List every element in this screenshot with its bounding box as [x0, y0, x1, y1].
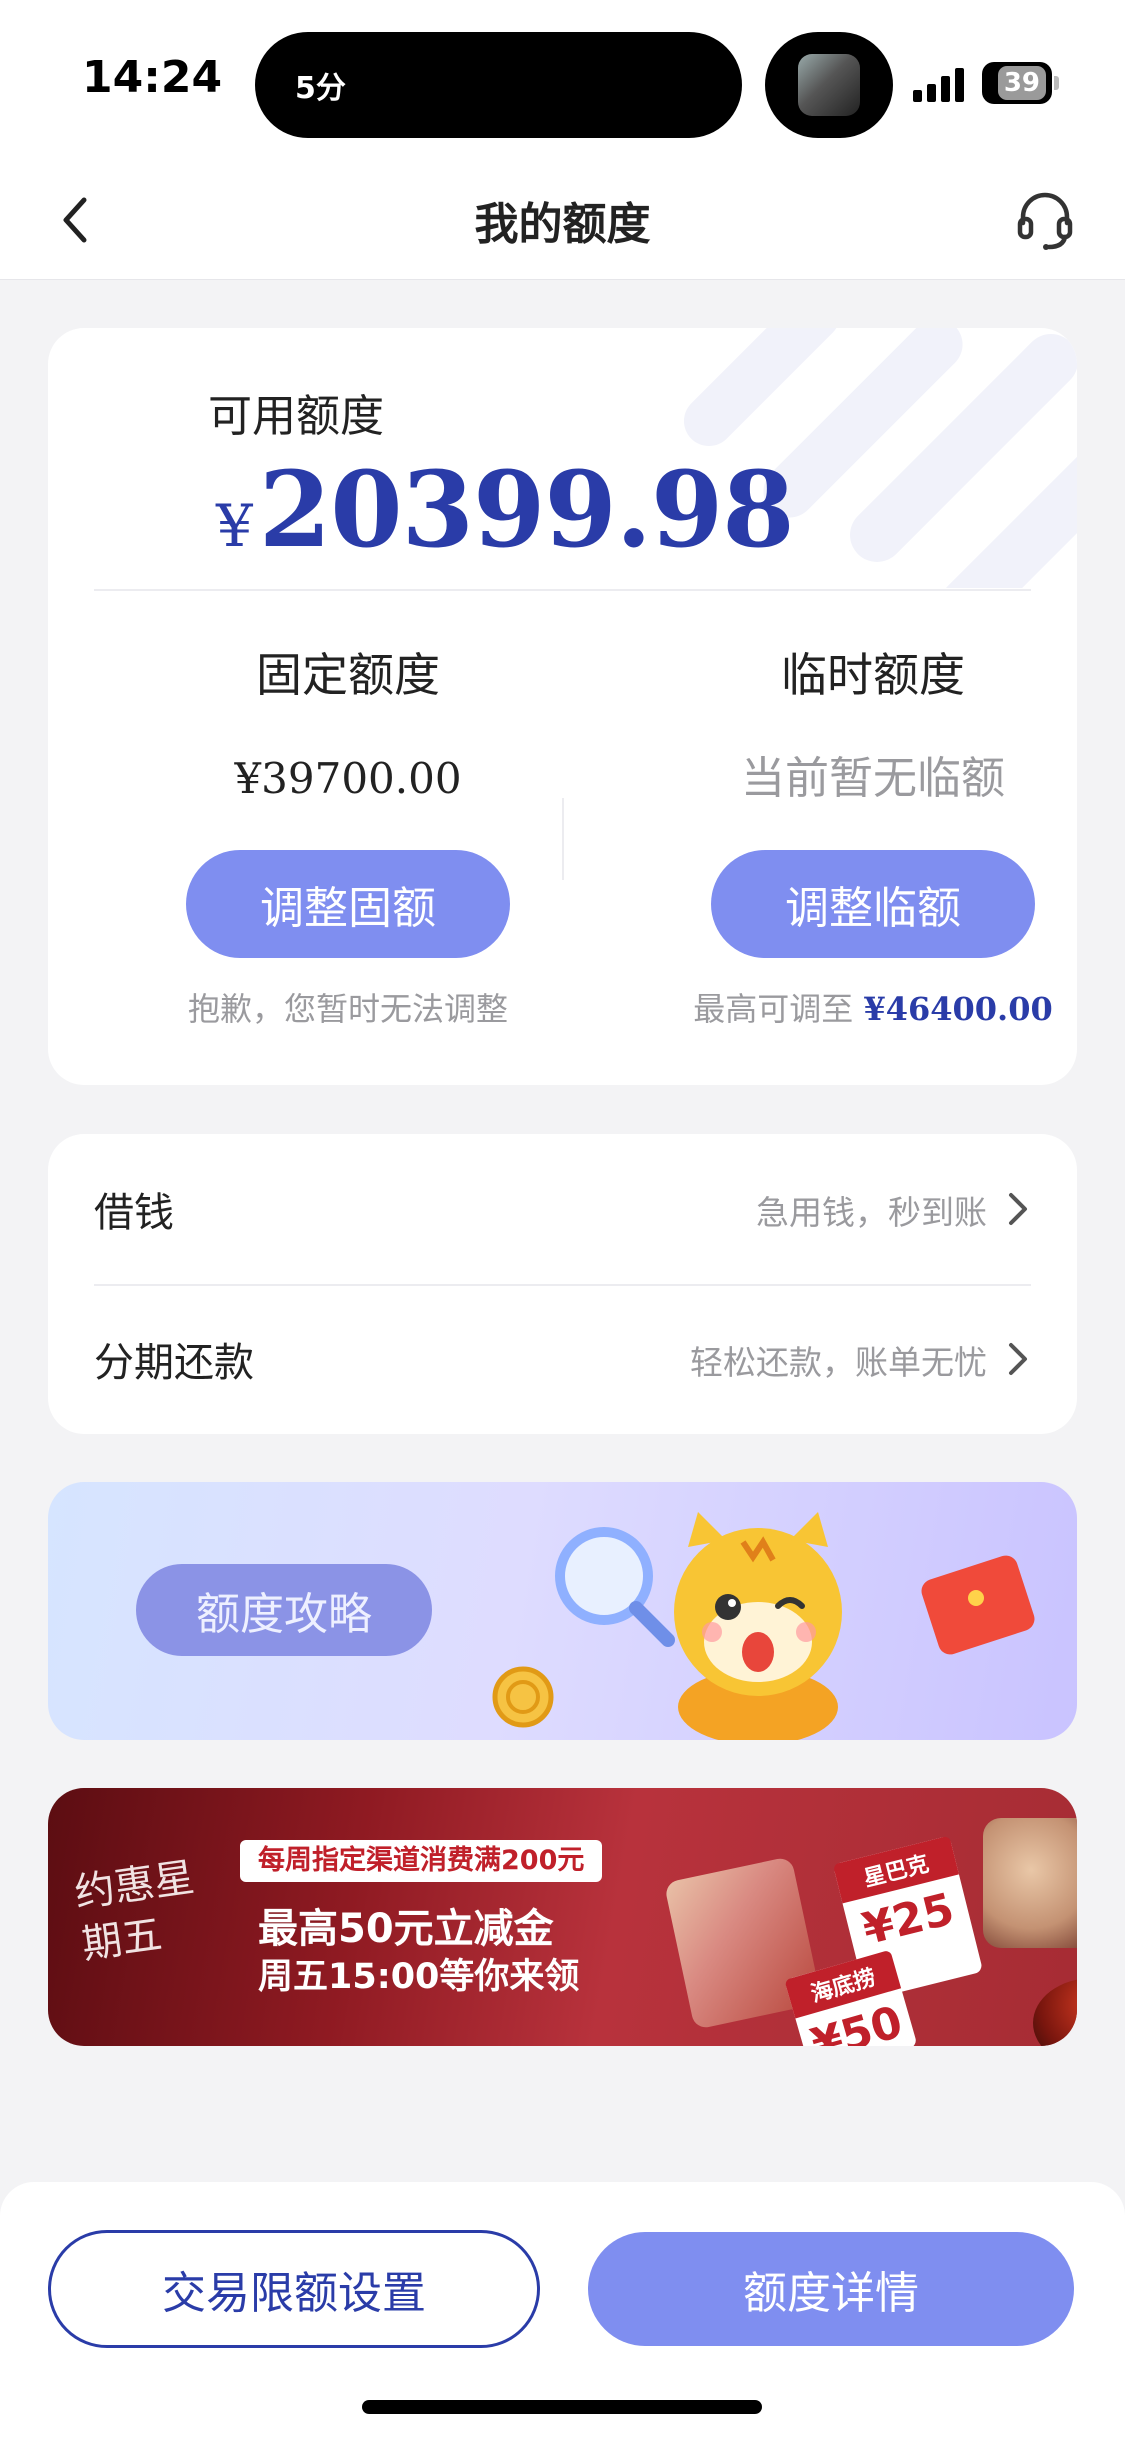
temporary-note-prefix: 最高可调至 [693, 990, 864, 1028]
dynamic-island-activity[interactable]: 5分 [255, 32, 742, 138]
promo-logo: 约惠星期五 [71, 1854, 198, 1969]
coin-icon [492, 1666, 554, 1728]
headset-icon[interactable] [1010, 185, 1080, 255]
hotpot-image [1033, 1978, 1077, 2046]
temporary-credit-value: 当前暂无临额 [741, 753, 1005, 804]
menu-item-installment[interactable]: 分期还款 轻松还款，账单无忧 [48, 1284, 1077, 1434]
temporary-credit-note: 最高可调至 ¥46400.00 [663, 984, 1077, 1030]
fixed-credit-note: 抱歉，您暂时无法调整 [187, 990, 508, 1028]
menu-item-hint: 急用钱，秒到账 [756, 1193, 987, 1232]
status-time: 14:24 [82, 52, 223, 103]
media-thumbnail [798, 54, 860, 116]
fixed-credit-value: ¥39700.00 [234, 754, 462, 803]
island-activity-text: 5分 [295, 71, 346, 106]
divider [94, 589, 1031, 591]
menu-item-label: 借钱 [94, 1190, 174, 1236]
promo-subheadline: 周五15:00等你来领 [258, 1957, 580, 1997]
friday-promo-banner[interactable]: 约惠星期五 每周指定渠道消费满200元 最高50元立减金 周五15:00等你来领… [48, 1788, 1077, 2046]
available-credit-amount: ¥ 20399.98 [216, 448, 795, 571]
credit-details-button[interactable]: 额度详情 [588, 2232, 1074, 2346]
service-menu: 借钱 急用钱，秒到账 分期还款 轻松还款，账单无忧 [48, 1134, 1077, 1434]
available-amount-value: 20399.98 [258, 448, 795, 571]
promo-tag: 每周指定渠道消费满200元 [240, 1840, 603, 1882]
menu-item-label: 分期还款 [94, 1340, 254, 1386]
currency-symbol: ¥ [216, 492, 253, 560]
menu-item-hint: 轻松还款，账单无忧 [690, 1343, 987, 1382]
home-indicator[interactable] [362, 2400, 762, 2414]
cellular-signal-icon [913, 66, 969, 102]
chevron-right-icon [1009, 1193, 1027, 1225]
dynamic-island-media[interactable] [765, 32, 893, 138]
strategy-pill: 额度攻略 [136, 1564, 432, 1656]
temporary-max-amount: ¥46400.00 [863, 990, 1053, 1028]
fixed-credit-section: 固定额度 ¥39700.00 调整固额 抱歉，您暂时无法调整 [138, 640, 558, 1030]
menu-item-borrow[interactable]: 借钱 急用钱，秒到账 [48, 1134, 1077, 1284]
chevron-right-icon [1009, 1343, 1027, 1375]
battery-icon: 39 [982, 62, 1052, 104]
status-bar: 14:24 5分 39 [0, 0, 1125, 160]
dumplings-image [983, 1818, 1077, 1948]
transaction-limit-button[interactable]: 交易限额设置 [48, 2230, 540, 2348]
tiger-mascot-icon [674, 1512, 842, 1740]
available-credit-label: 可用额度 [208, 391, 384, 442]
credit-strategy-banner[interactable]: 额度攻略 [48, 1482, 1077, 1740]
credit-card: 可用额度 ¥ 20399.98 固定额度 ¥39700.00 调整固额 抱歉，您… [48, 328, 1077, 1085]
battery-cap [1054, 76, 1059, 90]
promo-headline: 最高50元立减金 [258, 1906, 554, 1952]
adjust-fixed-button[interactable]: 调整固额 [186, 850, 510, 958]
column-divider [562, 798, 564, 880]
page-title: 我的额度 [474, 199, 651, 250]
red-envelope-icon [921, 1555, 1035, 1655]
adjust-temporary-button[interactable]: 调整临额 [711, 850, 1035, 958]
temporary-credit-title: 临时额度 [781, 648, 965, 702]
temporary-credit-section: 临时额度 当前暂无临额 调整临额 最高可调至 ¥46400.00 [663, 640, 1077, 1030]
battery-level: 39 [997, 66, 1046, 100]
nav-bar: 我的额度 [0, 160, 1125, 280]
fixed-credit-title: 固定额度 [256, 648, 440, 702]
